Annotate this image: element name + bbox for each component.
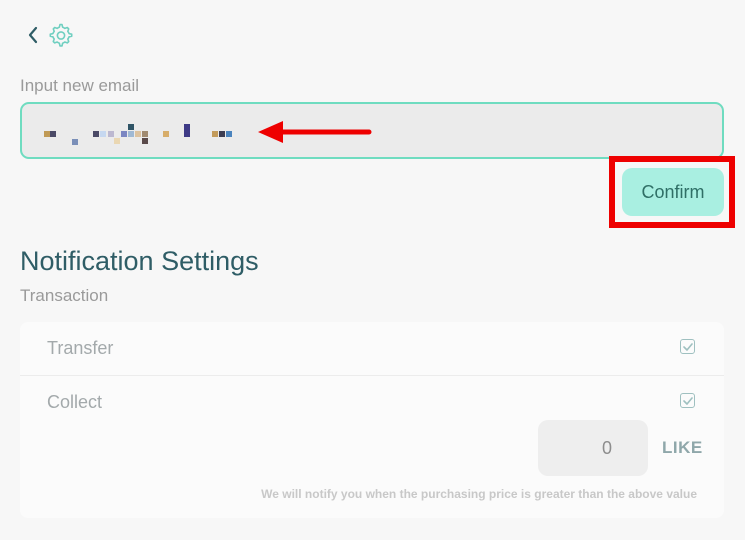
section-subtitle: Transaction — [20, 286, 109, 305]
transfer-checkbox[interactable] — [680, 339, 695, 354]
confirm-button[interactable]: Confirm — [622, 168, 724, 216]
collect-checkbox[interactable] — [680, 393, 695, 408]
row-label-collect: Collect — [47, 392, 103, 412]
threshold-note: We will notify you when the purchasing p… — [261, 487, 697, 501]
annotation-arrow — [258, 121, 372, 143]
checkmark-icon — [682, 396, 693, 405]
row-divider — [20, 375, 724, 376]
price-threshold-input[interactable]: 0 — [538, 420, 648, 476]
gear-icon — [49, 23, 73, 47]
chevron-left-icon — [28, 26, 38, 44]
email-label: Input new email — [20, 76, 140, 95]
section-title: Notification Settings — [20, 246, 259, 276]
back-button[interactable] — [24, 24, 42, 46]
checkmark-icon — [682, 342, 693, 351]
currency-unit: LIKE — [662, 438, 703, 457]
row-label-transfer: Transfer — [47, 338, 114, 358]
settings-button[interactable] — [46, 21, 74, 49]
